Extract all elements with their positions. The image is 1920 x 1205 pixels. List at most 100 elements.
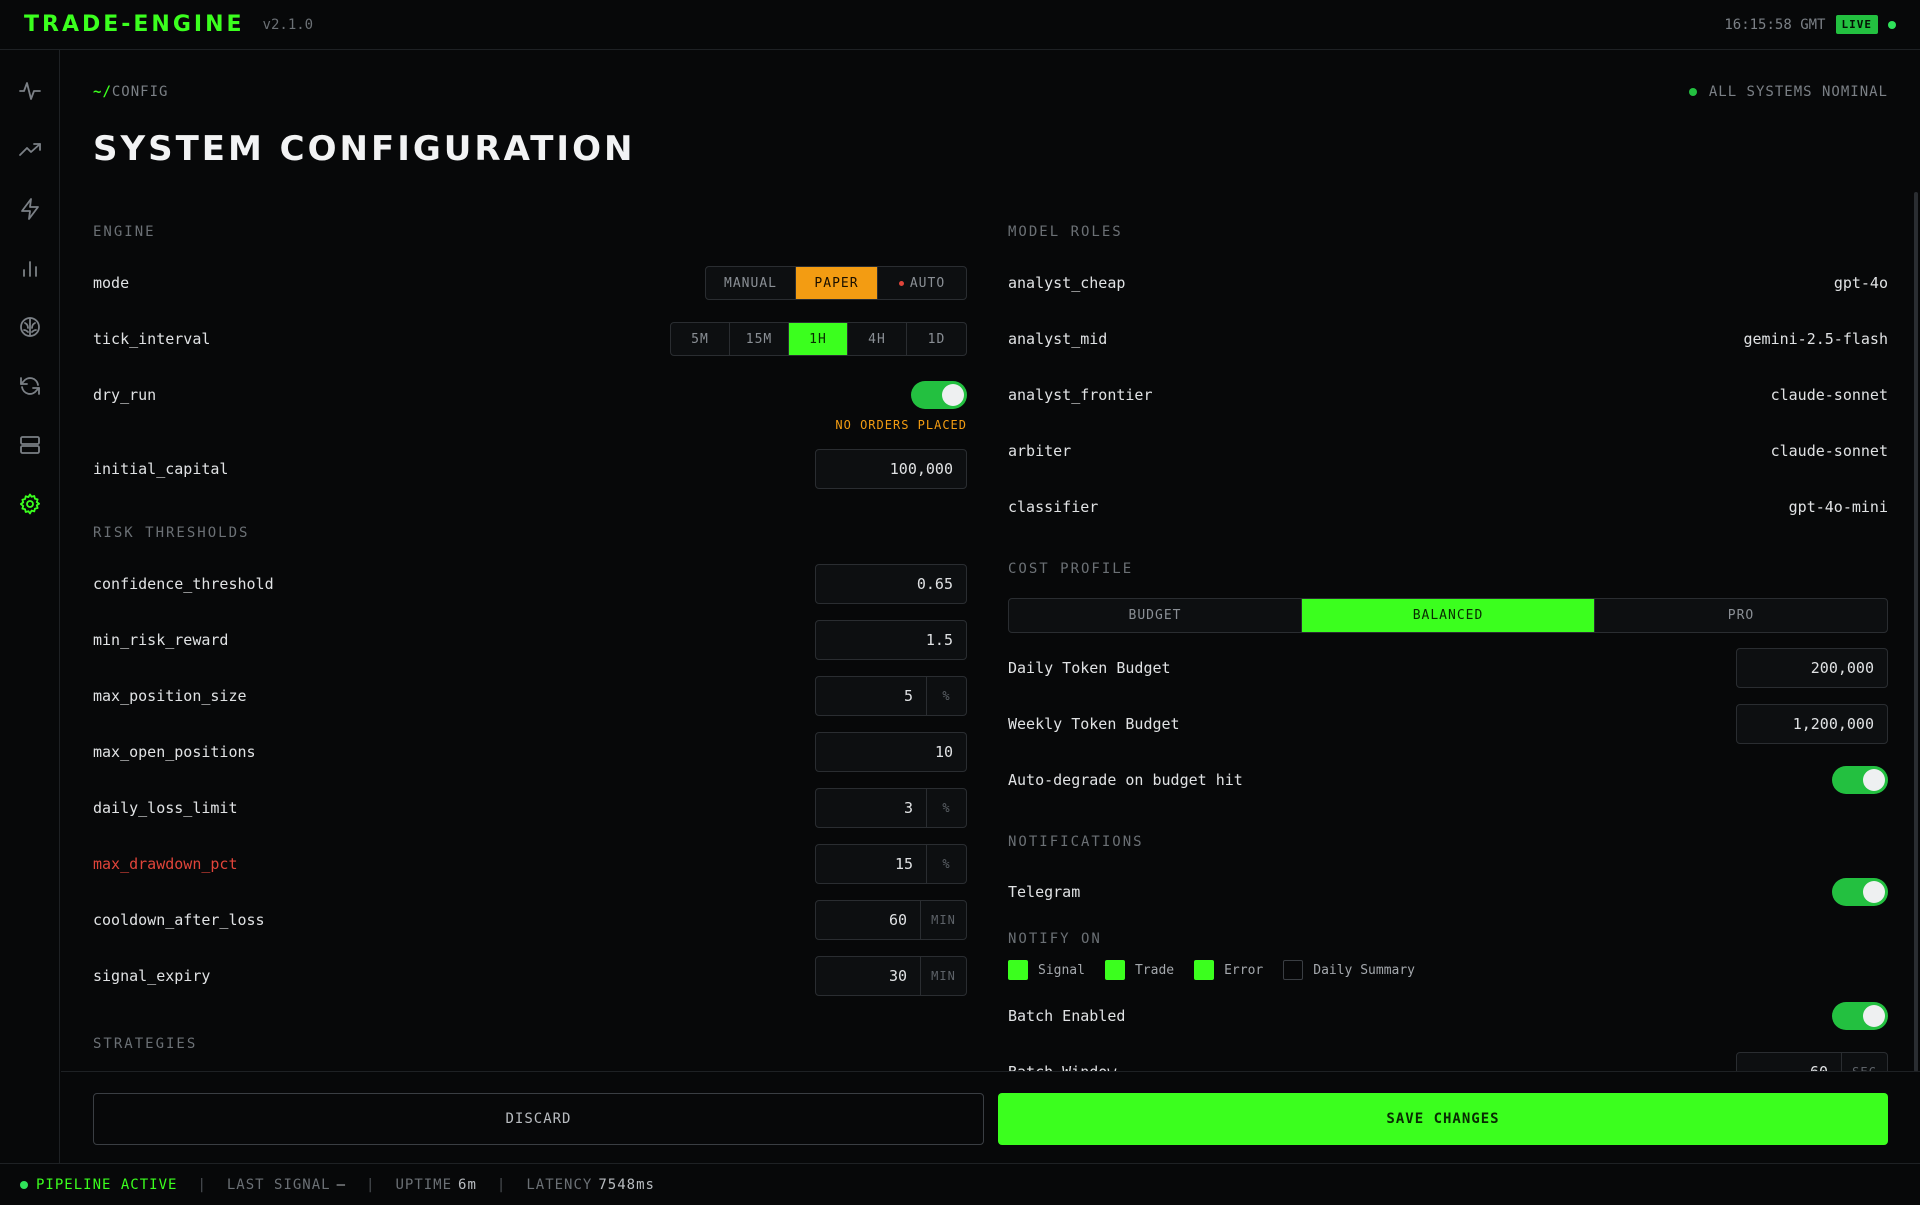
- cost-option-pro[interactable]: PRO: [1595, 599, 1887, 632]
- unit-suffix: MIN: [920, 901, 966, 939]
- dry-run-toggle[interactable]: [911, 381, 967, 409]
- mode-selector: MANUAL PAPER AUTO: [705, 266, 967, 300]
- model-role-row[interactable]: analyst_mid gemini-2.5-flash: [1008, 319, 1888, 359]
- action-bar: DISCARD SAVE CHANGES: [61, 1071, 1920, 1163]
- mode-option-paper[interactable]: PAPER: [796, 267, 878, 299]
- last-signal-value: —: [336, 1176, 347, 1193]
- notify-on-checkboxes: Signal Trade Error Daily Summary: [1008, 960, 1415, 980]
- model-role-row[interactable]: analyst_frontier claude-sonnet: [1008, 375, 1888, 415]
- risk-label: max_open_positions: [93, 743, 256, 761]
- min-risk-reward-input[interactable]: 1.5: [815, 620, 967, 660]
- risk-row-confidence-threshold: confidence_threshold 0.65: [93, 564, 967, 604]
- dry-run-label: dry_run: [93, 386, 157, 404]
- cost-option-budget[interactable]: BUDGET: [1009, 599, 1302, 632]
- model-role-row[interactable]: arbiter claude-sonnet: [1008, 431, 1888, 471]
- tick-option-1h[interactable]: 1H: [789, 323, 848, 355]
- bar-chart-icon[interactable]: [17, 255, 43, 281]
- gear-icon[interactable]: [17, 491, 43, 517]
- batch-enabled-toggle[interactable]: [1832, 1002, 1888, 1030]
- risk-row-min-risk-reward: min_risk_reward 1.5: [93, 620, 967, 660]
- risk-row-cooldown-after-loss: cooldown_after_loss 60 MIN: [93, 900, 967, 940]
- weekly-budget-label: Weekly Token Budget: [1008, 715, 1180, 733]
- auto-degrade-label: Auto-degrade on budget hit: [1008, 771, 1243, 789]
- page-title: SYSTEM CONFIGURATION: [93, 129, 636, 169]
- batch-window-input[interactable]: 60SEC: [1736, 1052, 1888, 1071]
- last-signal-label: LAST SIGNAL: [226, 1176, 331, 1193]
- refresh-icon[interactable]: [17, 373, 43, 399]
- telegram-toggle[interactable]: [1832, 878, 1888, 906]
- initial-capital-input[interactable]: 100,000: [815, 449, 967, 489]
- cost-option-balanced[interactable]: BALANCED: [1302, 599, 1595, 632]
- model-role-row[interactable]: analyst_cheap gpt-4o: [1008, 263, 1888, 303]
- weekly-budget-value: 1,200,000: [1792, 715, 1874, 733]
- breadcrumb-root: ~/: [93, 84, 112, 100]
- tick-interval-label: tick_interval: [93, 330, 211, 348]
- status-separator: |: [496, 1176, 507, 1193]
- weekly-budget-row: Weekly Token Budget 1,200,000: [1008, 704, 1888, 744]
- cooldown-after-loss-input[interactable]: 60 MIN: [815, 900, 967, 940]
- risk-value: 60: [888, 911, 907, 929]
- risk-label: confidence_threshold: [93, 575, 274, 593]
- max-position-size-input[interactable]: 5%: [815, 676, 967, 716]
- discard-button[interactable]: DISCARD: [93, 1093, 984, 1145]
- initial-capital-label: initial_capital: [93, 460, 229, 478]
- telegram-label: Telegram: [1008, 883, 1081, 901]
- daily-budget-input[interactable]: 200,000: [1736, 648, 1888, 688]
- risk-label: cooldown_after_loss: [93, 911, 265, 929]
- weekly-budget-input[interactable]: 1,200,000: [1736, 704, 1888, 744]
- notify-trade-checkbox[interactable]: Trade: [1104, 960, 1174, 980]
- max-open-positions-input[interactable]: 10: [815, 732, 967, 772]
- uptime-value: 6m: [458, 1176, 477, 1193]
- main-scrollbar[interactable]: [1914, 192, 1918, 1072]
- signal-expiry-input[interactable]: 30 MIN: [815, 956, 967, 996]
- auto-degrade-toggle[interactable]: [1832, 766, 1888, 794]
- brain-icon[interactable]: [17, 314, 43, 340]
- mode-option-auto[interactable]: AUTO: [878, 267, 966, 299]
- top-right-status: 16:15:58 GMT LIVE: [1724, 15, 1896, 34]
- save-changes-button[interactable]: SAVE CHANGES: [998, 1093, 1888, 1145]
- notify-signal-checkbox[interactable]: Signal: [1008, 960, 1085, 980]
- tick-option-1d[interactable]: 1D: [907, 323, 966, 355]
- section-model-roles: MODEL ROLES: [1008, 224, 1123, 240]
- max-drawdown-pct-input[interactable]: 15%: [815, 844, 967, 884]
- risk-label: min_risk_reward: [93, 631, 229, 649]
- telegram-row: Telegram: [1008, 872, 1888, 912]
- confidence-threshold-input[interactable]: 0.65: [815, 564, 967, 604]
- risk-row-signal-expiry: signal_expiry 30 MIN: [93, 956, 967, 996]
- breadcrumb: ~/CONFIG: [93, 84, 168, 100]
- risk-value: 1.5: [925, 631, 953, 649]
- daily-loss-limit-input[interactable]: 3%: [815, 788, 967, 828]
- latency-label: LATENCY: [526, 1176, 593, 1193]
- live-dot-icon: [1888, 20, 1896, 29]
- server-icon[interactable]: [17, 432, 43, 458]
- risk-value: 0.65: [916, 575, 953, 593]
- risk-value: 5: [903, 687, 913, 705]
- activity-icon[interactable]: [17, 78, 43, 104]
- batch-enabled-row: Batch Enabled: [1008, 996, 1888, 1036]
- tick-interval-selector: 5M 15M 1H 4H 1D: [670, 322, 967, 356]
- tick-option-4h[interactable]: 4H: [848, 323, 907, 355]
- mode-option-manual[interactable]: MANUAL: [706, 267, 796, 299]
- clock: 16:15:58 GMT: [1724, 16, 1826, 33]
- tick-option-15m[interactable]: 15M: [730, 323, 789, 355]
- status-bar: PIPELINE ACTIVE | LAST SIGNAL — | UPTIME 6…: [0, 1163, 1920, 1205]
- tick-option-5m[interactable]: 5M: [671, 323, 730, 355]
- sidebar: [0, 50, 60, 1163]
- notify-on-label: NOTIFY ON: [1008, 931, 1102, 947]
- notify-option-label: Error: [1224, 962, 1264, 978]
- main-content: ~/CONFIG ALL SYSTEMS NOMINAL SYSTEM CONF…: [61, 51, 1920, 1071]
- section-engine: ENGINE: [93, 224, 156, 240]
- notify-daily-summary-checkbox[interactable]: Daily Summary: [1283, 960, 1415, 980]
- risk-label: signal_expiry: [93, 967, 211, 985]
- section-risk-thresholds: RISK THRESHOLDS: [93, 525, 250, 541]
- batch-enabled-label: Batch Enabled: [1008, 1007, 1126, 1025]
- mode-option-auto-label: AUTO: [909, 275, 946, 291]
- latency-value: 7548ms: [598, 1176, 655, 1193]
- model-role-row[interactable]: classifier gpt-4o-mini: [1008, 487, 1888, 527]
- lightning-icon[interactable]: [17, 196, 43, 222]
- notify-error-checkbox[interactable]: Error: [1194, 960, 1263, 980]
- uptime-label: UPTIME: [395, 1176, 453, 1193]
- batch-window-row: Batch Window 60SEC: [1008, 1052, 1888, 1071]
- trending-up-icon[interactable]: [17, 137, 43, 163]
- initial-capital-value: 100,000: [889, 460, 953, 478]
